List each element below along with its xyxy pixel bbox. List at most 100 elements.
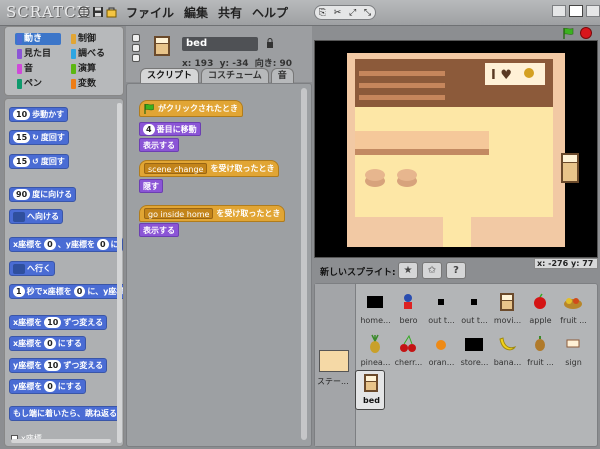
layers-input[interactable]: 4 (143, 123, 155, 135)
glide-seconds-input[interactable]: 1 (13, 286, 25, 297)
palette-scrollbar[interactable] (117, 103, 122, 443)
sprite-tile-bed[interactable]: bed (355, 370, 385, 410)
sprite-tile-out-t-1[interactable]: out t... (425, 290, 458, 334)
sprite-tile-apple[interactable]: apple (524, 290, 557, 334)
scripts-scrollbar[interactable] (301, 88, 307, 440)
sprite-name-field[interactable]: bed (182, 37, 258, 51)
change-y-input[interactable]: 10 (44, 360, 62, 371)
scene-change-hat-block[interactable]: scene change を受け取ったとき (139, 160, 280, 177)
share-icon[interactable] (106, 6, 118, 18)
menu-file[interactable]: ファイル (126, 4, 174, 21)
set-y-input[interactable]: 0 (44, 381, 56, 392)
tab-sounds[interactable]: 音 (270, 68, 294, 83)
category-sensing[interactable]: 調べる (69, 48, 115, 60)
palette-horizontal-scrollbar[interactable] (11, 439, 111, 443)
show-block-2[interactable]: 表示する (139, 223, 179, 237)
delete-icon[interactable]: ✂ (334, 8, 342, 18)
glide-x-input[interactable]: 0 (73, 286, 86, 297)
point-towards-block[interactable]: へ向ける (9, 209, 63, 224)
hide-label: 隠す (143, 181, 159, 191)
turn-right-input[interactable]: 15 (13, 132, 31, 143)
point-direction-input[interactable]: 90 (13, 189, 31, 200)
category-motion[interactable]: 動き (15, 33, 61, 45)
grow-icon[interactable]: ⤢ (349, 8, 356, 18)
editor-tabs: スクリプト コスチューム 音 (140, 68, 294, 83)
goto-y-label: 、y座標を (57, 240, 95, 249)
hide-block[interactable]: 隠す (139, 179, 163, 193)
scene-change-message-dropdown[interactable]: scene change (144, 163, 208, 174)
paint-star-icon: ★ (403, 265, 413, 276)
sprite-tile-cherry[interactable]: cherr... (392, 332, 425, 376)
stage[interactable]: I ♥ (314, 40, 598, 258)
stage-selector[interactable]: ステー... (315, 284, 356, 446)
normal-stage-button[interactable] (569, 5, 583, 17)
turn-left-block[interactable]: 15 ↺ 度回す (9, 154, 69, 169)
go-inside-home-message-dropdown[interactable]: go inside home (144, 208, 214, 219)
tab-costumes[interactable]: コスチューム (201, 68, 269, 83)
random-sprite-button[interactable]: ? (446, 262, 466, 279)
sprite-tile-store[interactable]: store... (458, 332, 491, 376)
sprite-tile-orange[interactable]: oran... (425, 332, 458, 376)
tab-scripts[interactable]: スクリプト (140, 68, 200, 83)
green-flag-icon[interactable] (562, 27, 574, 39)
block-categories: 動き 制御 見た目 調べる 音 演算 ペン 変数 (4, 26, 124, 96)
goto-sprite-dropdown[interactable] (13, 263, 25, 274)
rotate-style-all-button[interactable] (132, 34, 140, 42)
sprite-label: sign (565, 358, 582, 367)
set-x-input[interactable]: 0 (44, 338, 56, 349)
green-flag-hat-block[interactable]: がクリックされたとき (139, 100, 243, 117)
question-mark-icon: ? (453, 265, 459, 276)
small-stage-button[interactable] (552, 5, 566, 17)
category-sound[interactable]: 音 (15, 63, 61, 75)
category-variables[interactable]: 変数 (69, 78, 115, 90)
stop-sign-icon[interactable] (580, 27, 592, 39)
set-x-block[interactable]: x座標を 0 にする (9, 336, 86, 351)
sprite-tile-out-t-2[interactable]: out t... (458, 290, 491, 334)
glide-block[interactable]: 1 秒でx座標を 0 に、y座標 (9, 284, 123, 299)
category-control[interactable]: 制御 (69, 33, 115, 45)
sprite-tile-fruit-2[interactable]: fruit ... (524, 332, 557, 376)
sprite-tile-bero[interactable]: bero (392, 290, 425, 334)
shrink-icon[interactable]: ⤡ (364, 8, 371, 18)
goto-y-input[interactable]: 0 (96, 239, 109, 250)
scripts-area[interactable]: がクリックされたとき 4 番目に移動 表示する scene change を受け… (126, 83, 312, 447)
goto-sprite-block[interactable]: へ行く (9, 261, 55, 276)
menu-edit[interactable]: 編集 (184, 4, 208, 21)
duplicate-icon[interactable]: ⎘ (319, 8, 326, 18)
point-direction-block[interactable]: 90 度に向ける (9, 187, 77, 202)
paint-new-sprite-button[interactable]: ★ (398, 262, 418, 279)
sprite-tile-fruit-1[interactable]: fruit ... (557, 290, 590, 334)
set-y-end: にする (57, 382, 82, 391)
go-back-layers-block[interactable]: 4 番目に移動 (139, 122, 201, 136)
menu-share[interactable]: 共有 (218, 4, 242, 21)
point-towards-dropdown[interactable] (13, 211, 25, 222)
show-block[interactable]: 表示する (139, 138, 179, 152)
change-x-block[interactable]: x座標を 10 ずつ変える (9, 315, 108, 330)
goto-xy-block[interactable]: x座標を 0 、y座標を 0 に (9, 237, 123, 252)
set-y-block[interactable]: y座標を 0 にする (9, 379, 86, 394)
category-pen[interactable]: ペン (15, 78, 61, 90)
change-x-input[interactable]: 10 (44, 317, 62, 328)
category-looks[interactable]: 見た目 (15, 48, 61, 60)
category-operators[interactable]: 演算 (69, 63, 115, 75)
bounce-block[interactable]: もし端に着いたら、跳ね返る (9, 406, 121, 421)
move-steps-input[interactable]: 10 (13, 109, 31, 120)
presentation-mode-button[interactable] (586, 5, 600, 17)
choose-sprite-from-file-button[interactable]: ✩ (422, 262, 442, 279)
goto-x-input[interactable]: 0 (44, 239, 56, 250)
sprite-tile-home[interactable]: home... (359, 290, 392, 334)
menu-help[interactable]: ヘルプ (252, 4, 288, 21)
lock-icon[interactable] (266, 38, 274, 48)
sprite-tile-banana[interactable]: bana... (491, 332, 524, 376)
move-steps-block[interactable]: 10 歩動かす (9, 107, 69, 122)
rotate-style-lr-button[interactable] (132, 44, 140, 52)
sprite-tile-sign[interactable]: sign (557, 332, 590, 376)
turn-right-block[interactable]: 15 ↻ 度回す (9, 130, 69, 145)
change-y-block[interactable]: y座標を 10 ずつ変える (9, 358, 108, 373)
sprite-tile-movi[interactable]: movi... (491, 290, 524, 334)
turn-left-input[interactable]: 15 (13, 156, 31, 167)
globe-icon[interactable] (78, 6, 90, 18)
go-inside-home-hat-block[interactable]: go inside home を受け取ったとき (139, 205, 286, 222)
rotate-style-none-button[interactable] (132, 54, 140, 62)
save-icon[interactable] (92, 6, 104, 18)
